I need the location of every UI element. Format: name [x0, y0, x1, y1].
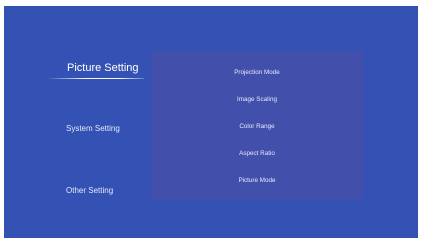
sidebar-item-other-setting[interactable]: Other Setting	[66, 186, 113, 195]
menu-item-aspect-ratio[interactable]: Aspect Ratio	[151, 150, 363, 158]
menu-item-projection-mode[interactable]: Projection Mode	[151, 69, 363, 77]
sidebar-item-picture-setting[interactable]: Picture Setting	[67, 62, 139, 74]
menu-item-picture-mode[interactable]: Picture Mode	[151, 177, 363, 185]
picture-settings-panel: Projection Mode Image Scaling Color Rang…	[151, 51, 363, 200]
menu-item-image-scaling[interactable]: Image Scaling	[151, 96, 363, 104]
settings-screen: Picture Setting System Setting Other Set…	[4, 6, 418, 238]
sidebar-item-system-setting[interactable]: System Setting	[66, 124, 120, 133]
menu-item-color-range[interactable]: Color Range	[151, 123, 363, 131]
active-item-underline	[46, 78, 144, 79]
